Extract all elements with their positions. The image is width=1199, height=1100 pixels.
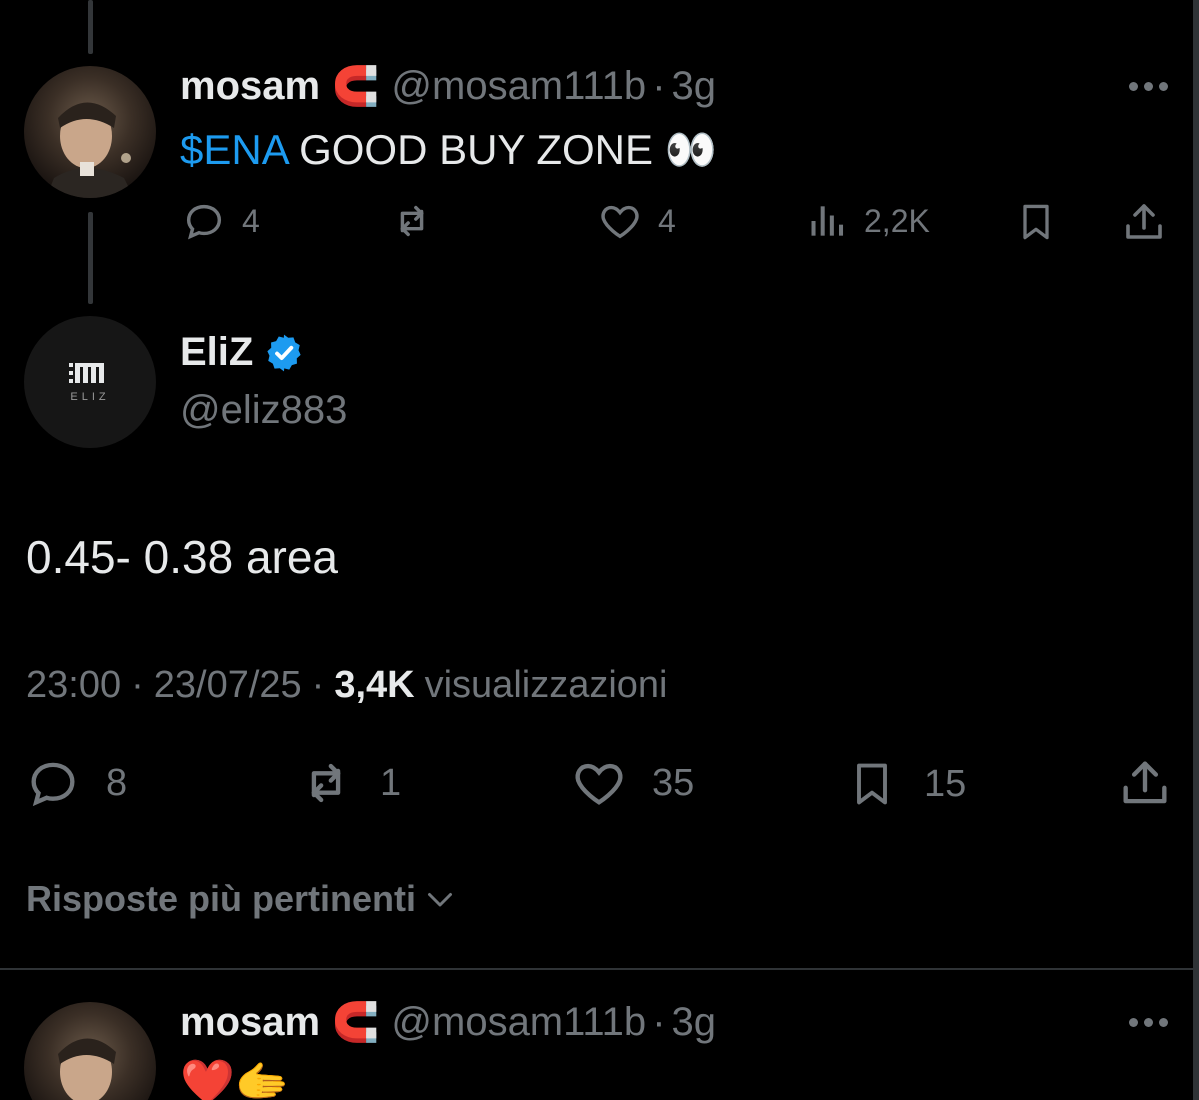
section-divider [0,968,1193,970]
views-count: 2,2K [864,202,930,239]
avatar[interactable]: ELIZ [24,316,156,448]
repost-count: 1 [380,761,402,804]
chevron-down-icon [428,893,453,907]
bookmark-button[interactable]: 15 [846,754,966,814]
author-name[interactable]: EliZ [180,330,253,375]
views-count: 3,4K [334,664,415,706]
bookmark-icon [1023,204,1049,240]
avatar-portrait-image [46,102,134,198]
author-handle[interactable]: @eliz883 [180,388,347,433]
like-count: 35 [652,761,695,804]
timestamp-separator: · [131,664,144,706]
reply-count: 4 [242,202,260,239]
header-separator: · [652,64,666,108]
bookmark-icon [857,763,887,805]
post-time[interactable]: 3g [672,64,717,109]
thread-line-middle [88,212,93,304]
thread-line-top [88,0,93,54]
bookmark-count: 15 [924,762,967,805]
tweet-text: ❤️🫱 [180,1058,290,1100]
timestamp-time[interactable]: 23:00 [26,664,121,707]
author-handle[interactable]: @mosam111b [391,1000,646,1045]
like-button[interactable]: 4 [596,198,676,244]
views-button[interactable]: 2,2K [806,198,930,244]
like-icon [601,205,639,239]
tweet-text: 0.45- 0.38 area [26,531,339,583]
avatar-portrait-image [58,1038,116,1100]
avatar-logo-text: ELIZ [70,391,110,403]
views-label: visualizzazioni [424,664,668,706]
bookmark-button[interactable] [1014,198,1058,246]
repost-button[interactable] [386,198,452,244]
like-icon [575,763,623,805]
like-button[interactable]: 35 [570,754,694,812]
post-time[interactable]: 3g [672,1000,717,1045]
replies-sort-dropdown[interactable]: Risposte più pertinenti [26,878,458,920]
reply-count: 8 [106,761,128,804]
share-icon [1123,761,1167,804]
eliz-logo-icon [69,363,104,383]
author-name[interactable]: mosam [180,1000,320,1045]
magnet-emoji: 🧲 [332,65,380,108]
share-button[interactable] [1120,198,1168,246]
reply-button[interactable]: 8 [24,754,127,812]
reply-icon [31,762,75,807]
repost-icon [311,763,341,803]
parent-tweet-header: mosam 🧲 @mosam111b · 3g [180,64,716,109]
repost-button[interactable]: 1 [294,754,401,812]
share-button[interactable] [1116,754,1174,812]
author-name[interactable]: mosam [180,64,320,109]
reply-tweet-header: mosam 🧲 @mosam111b · 3g [180,1000,716,1045]
avatar[interactable] [24,66,156,198]
avatar[interactable] [24,1002,156,1100]
scrollbar-track [1193,0,1199,1100]
views-icon [811,206,844,236]
author-handle[interactable]: @mosam111b [391,64,646,109]
timestamp-date[interactable]: 23/07/25 [154,664,302,707]
share-icon [1126,204,1162,239]
cashtag-link[interactable]: $ENA [180,126,287,173]
header-separator: · [652,1000,666,1044]
views-separator: · [311,664,325,706]
tweet-body: GOOD BUY ZONE 👀 [287,126,717,173]
reply-button[interactable]: 4 [180,198,260,244]
magnet-emoji: 🧲 [332,1001,380,1044]
verified-icon [267,334,301,371]
more-icon[interactable] [1129,1018,1168,1027]
repost-icon [400,205,424,237]
author-name-row: EliZ [180,330,305,375]
replies-sort-label: Risposte più pertinenti [26,878,417,919]
tweet-metadata: 23:00 · 23/07/25 · 3,4K visualizzazioni [26,664,668,707]
tweet-text: $ENA GOOD BUY ZONE 👀 [180,126,717,175]
more-icon[interactable] [1129,82,1168,91]
reply-icon [186,204,222,240]
like-count: 4 [658,202,676,239]
